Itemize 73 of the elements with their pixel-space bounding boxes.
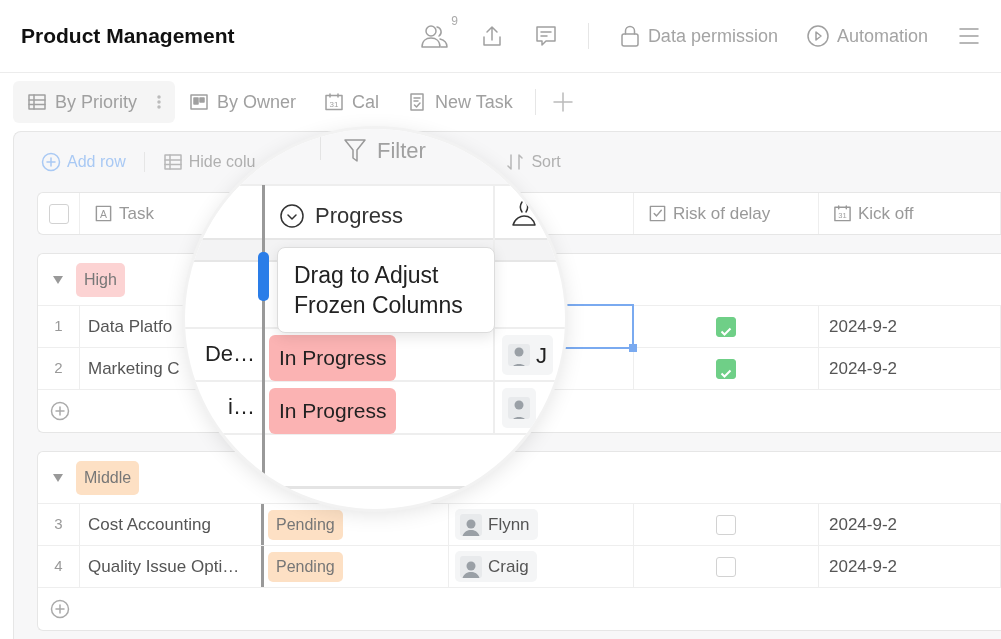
page-title: Product Management xyxy=(21,23,235,50)
tooltip: Drag to Adjust Frozen Columns xyxy=(277,247,495,333)
header-action-button[interactable]: Data permission xyxy=(618,22,778,50)
comment-icon xyxy=(533,24,558,48)
toolbar-button[interactable]: Add row xyxy=(41,150,126,174)
view-tab[interactable]: By Owner xyxy=(175,81,311,123)
date-text: 2024-9-2 xyxy=(829,513,898,536)
add-view-button[interactable] xyxy=(551,91,574,113)
status-tag: Pending xyxy=(268,509,343,540)
lock-icon xyxy=(618,24,641,48)
avatar xyxy=(508,397,530,419)
view-tab[interactable]: By Priority xyxy=(13,81,175,123)
avatar xyxy=(460,555,482,578)
task-name: De… xyxy=(203,340,255,368)
task-name: Marketing C xyxy=(88,357,180,380)
plus-icon xyxy=(551,91,574,113)
select-all-checkbox[interactable] xyxy=(48,203,69,224)
caret-icon[interactable] xyxy=(52,273,64,286)
row-number: 3 xyxy=(54,514,63,535)
checkbox-icon xyxy=(648,204,667,223)
chevron-circle-icon xyxy=(279,202,305,229)
risk-checkbox[interactable] xyxy=(716,556,736,577)
row-number: 4 xyxy=(54,556,63,577)
table-icon xyxy=(27,92,47,112)
task-name: Data Platfo xyxy=(88,315,173,338)
view-tab[interactable]: New Task xyxy=(393,81,527,123)
column-header[interactable]: Progress xyxy=(315,199,404,232)
drag-handle[interactable] xyxy=(258,252,269,301)
risk-checkbox[interactable] xyxy=(716,316,736,337)
avatar xyxy=(460,513,482,536)
owner-chip[interactable]: J xyxy=(502,335,553,375)
status-tag: In Progress xyxy=(269,335,397,381)
calendar-icon: 31 xyxy=(833,204,852,223)
task-name: Cost Accounting xyxy=(88,513,211,536)
date-text: 2024-9-2 xyxy=(829,357,898,380)
date-text: 2024-9-2 xyxy=(829,555,898,578)
toolbar-button[interactable]: Filter xyxy=(377,134,426,167)
collaborator-count: 9 xyxy=(451,13,458,30)
status-tag: In Progress xyxy=(269,388,397,434)
view-tab[interactable]: 31 Cal xyxy=(310,81,394,123)
calendar-icon: 31 xyxy=(324,92,345,112)
task-name: Quality Issue Opti… xyxy=(88,555,240,578)
row-number: 2 xyxy=(54,358,63,379)
avatar xyxy=(508,344,530,366)
column-header[interactable]: Task xyxy=(119,200,154,227)
menu-icon xyxy=(958,26,980,46)
board-icon xyxy=(189,92,209,112)
play-icon xyxy=(805,24,830,48)
row-number: 1 xyxy=(54,316,63,337)
add-row-icon xyxy=(50,401,70,421)
fill-handle[interactable] xyxy=(629,344,637,352)
owner-chip[interactable]: Flynn xyxy=(455,508,538,541)
column-header[interactable]: Risk of delay xyxy=(673,200,771,227)
caret-icon[interactable] xyxy=(52,471,64,484)
header-action-button[interactable]: Automation xyxy=(805,22,928,50)
owner-chip[interactable]: Craig xyxy=(455,550,537,583)
status-tag: Pending xyxy=(268,551,343,582)
people-icon xyxy=(419,23,450,49)
table-icon xyxy=(162,152,183,172)
task-name: i… xyxy=(227,393,255,421)
group-tag: Middle xyxy=(76,460,140,495)
group-tag: High xyxy=(76,262,125,297)
more-icon xyxy=(157,94,161,110)
add-icon xyxy=(41,152,61,172)
add-row-icon xyxy=(50,599,70,619)
owner-chip[interactable] xyxy=(502,388,536,428)
sort-icon xyxy=(505,152,526,172)
risk-checkbox[interactable] xyxy=(716,358,736,379)
date-text: 2024-9-2 xyxy=(829,315,898,338)
column-header[interactable]: Kick off xyxy=(858,200,914,227)
filter-icon xyxy=(343,137,367,164)
text-field-icon: A xyxy=(94,204,113,223)
risk-checkbox[interactable] xyxy=(716,514,736,535)
